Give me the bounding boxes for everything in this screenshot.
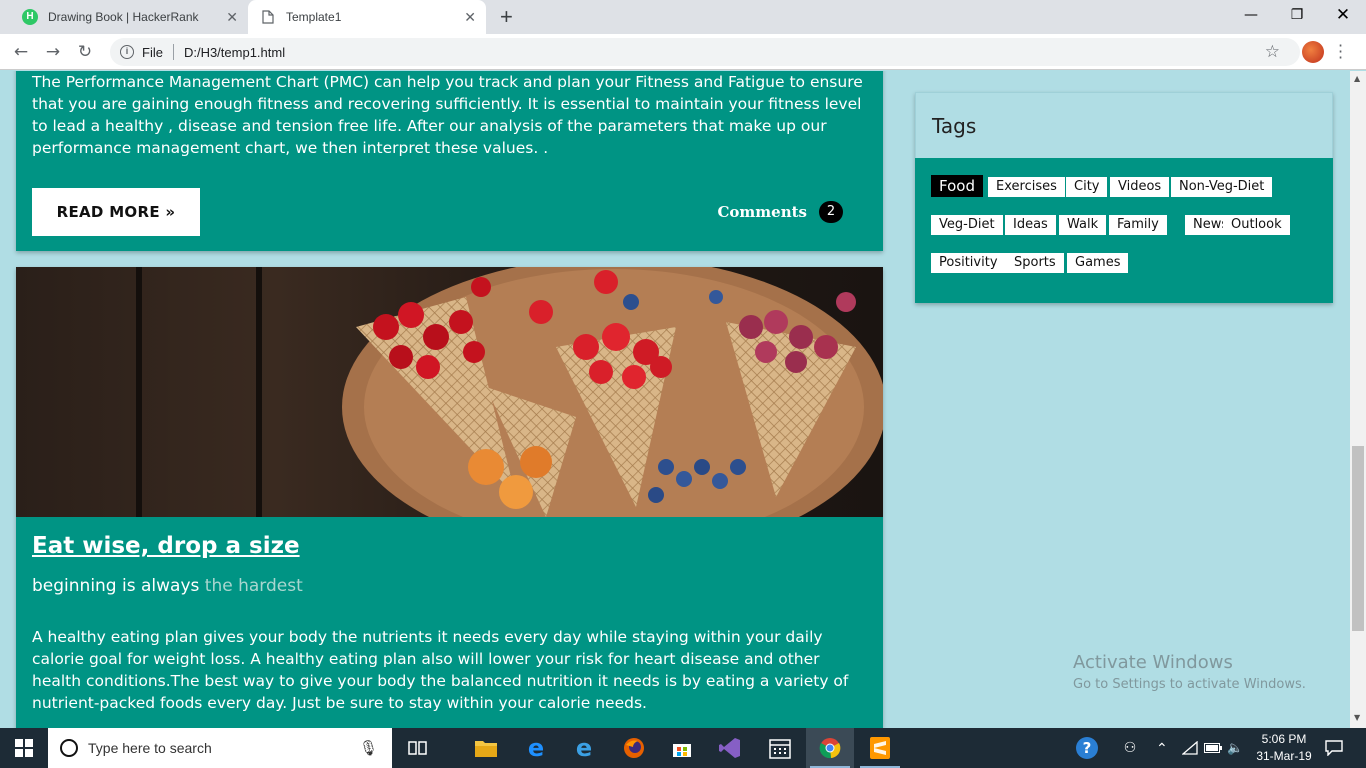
post-title-link[interactable]: Eat wise, drop a size (32, 533, 300, 559)
post-excerpt: The Performance Management Chart (PMC) c… (32, 73, 863, 157)
close-icon[interactable]: ✕ (464, 9, 476, 26)
search-placeholder: Type here to search (88, 740, 212, 756)
sublime-text-icon[interactable] (866, 734, 894, 762)
tag-positivity[interactable]: Positivity (931, 253, 1006, 273)
network-icon[interactable] (1182, 728, 1198, 768)
comments-count-badge: 2 (819, 201, 843, 223)
show-hidden-icons-icon[interactable]: ⌃ (1156, 728, 1168, 768)
new-tab-icon[interactable]: + (500, 4, 513, 30)
back-arrow-icon[interactable]: ← (10, 41, 32, 63)
minimize-icon[interactable]: — (1228, 0, 1274, 30)
window-close-icon[interactable]: ✕ (1320, 0, 1366, 30)
comments-link[interactable]: Comments 2 (717, 201, 843, 223)
svg-text:?: ? (1083, 739, 1092, 757)
forward-arrow-icon[interactable]: → (42, 41, 64, 63)
watermark-subtitle: Go to Settings to activate Windows. (1073, 677, 1306, 692)
help-icon[interactable]: ? (1073, 734, 1101, 762)
tag-food[interactable]: Food (931, 175, 983, 197)
tag-city[interactable]: City (1066, 177, 1108, 197)
menu-dots-icon[interactable]: · · · (1338, 38, 1343, 66)
cortana-icon (60, 739, 78, 757)
calendar-icon[interactable] (766, 734, 794, 762)
post-subtitle: beginning is always the hardest (32, 576, 303, 596)
tag-exercises[interactable]: Exercises (988, 177, 1065, 197)
restore-icon[interactable]: ❐ (1274, 0, 1320, 30)
scroll-down-icon[interactable]: ▼ (1354, 713, 1360, 722)
action-center-icon[interactable] (1320, 734, 1348, 762)
tags-widget: Tags Food Exercises City Videos Non-Veg-… (915, 92, 1333, 303)
tag-walk[interactable]: Walk (1059, 215, 1107, 235)
clock-time: 5:06 PM (1261, 732, 1307, 746)
url-scheme: File (142, 44, 163, 60)
watermark-title: Activate Windows (1073, 652, 1233, 673)
page-icon (260, 9, 276, 25)
chrome-icon[interactable] (816, 734, 844, 762)
firefox-icon[interactable] (620, 734, 648, 762)
system-clock[interactable]: 5:06 PM 31-Mar-19 (1248, 731, 1320, 765)
tab-title: Drawing Book | HackerRank (48, 10, 199, 24)
reload-icon[interactable]: ↻ (74, 41, 96, 63)
subtitle-muted: the hardest (204, 576, 303, 596)
info-icon[interactable]: i (120, 45, 134, 59)
tag-games[interactable]: Games (1067, 253, 1129, 273)
task-view-icon[interactable] (404, 734, 432, 762)
tag-family[interactable]: Family (1109, 215, 1167, 235)
page-viewport: The Performance Management Chart (PMC) c… (0, 71, 1350, 728)
tab-hackerrank[interactable]: H Drawing Book | HackerRank ✕ (10, 0, 248, 34)
internet-explorer-icon[interactable]: e (570, 734, 598, 762)
battery-icon[interactable] (1204, 728, 1222, 768)
toolbar: ← → ↻ i File D:/H3/temp1.html ☆ · · · (0, 34, 1366, 70)
tab-strip: H Drawing Book | HackerRank ✕ Template1 … (0, 0, 1366, 34)
file-explorer-icon[interactable] (472, 734, 500, 762)
subtitle-main: beginning is always (32, 576, 205, 596)
volume-icon[interactable]: 🔈 (1227, 728, 1243, 768)
windows-taskbar: Type here to search 🎙 e e ? ⚇ ⌃ 🔈 5:06 P… (0, 728, 1366, 768)
microphone-icon[interactable]: 🎙 (359, 739, 378, 757)
url-separator (172, 44, 174, 60)
windows-start-icon[interactable] (0, 728, 48, 768)
tab-title: Template1 (286, 10, 342, 24)
visual-studio-icon[interactable] (716, 734, 744, 762)
taskbar-search-box[interactable]: Type here to search 🎙 (48, 728, 392, 768)
tag-ideas[interactable]: Ideas (1005, 215, 1056, 235)
post-body: A healthy eating plan gives your body th… (32, 628, 849, 712)
tab-template1[interactable]: Template1 ✕ (248, 0, 486, 34)
tag-sports[interactable]: Sports (1006, 253, 1064, 273)
comments-label: Comments (717, 203, 807, 221)
tag-veg-diet[interactable]: Veg-Diet (931, 215, 1003, 235)
address-bar[interactable]: i File D:/H3/temp1.html ☆ (110, 38, 1300, 66)
read-more-button[interactable]: READ MORE » (32, 188, 200, 236)
hero-image-fruit-cones (16, 267, 883, 517)
post-card-pmc: The Performance Management Chart (PMC) c… (16, 71, 883, 251)
tag-videos[interactable]: Videos (1110, 177, 1170, 197)
tags-heading: Tags (915, 92, 1333, 158)
profile-avatar[interactable] (1302, 41, 1324, 63)
clock-date: 31-Mar-19 (1256, 749, 1312, 763)
people-icon[interactable]: ⚇ (1116, 734, 1144, 762)
store-icon[interactable] (668, 734, 696, 762)
vertical-scrollbar[interactable]: ▲ ▼ (1350, 71, 1366, 728)
tag-outlook[interactable]: Outlook (1223, 215, 1290, 235)
scrollbar-thumb[interactable] (1352, 446, 1364, 631)
close-icon[interactable]: ✕ (226, 9, 238, 26)
scroll-up-icon[interactable]: ▲ (1354, 74, 1360, 83)
post-card-eat-wise: Eat wise, drop a size beginning is alway… (16, 267, 883, 728)
activate-windows-watermark: Activate Windows Go to Settings to activ… (1073, 652, 1306, 692)
bookmark-star-icon[interactable]: ☆ (1265, 42, 1280, 62)
url-text: D:/H3/temp1.html (183, 44, 286, 60)
edge-icon[interactable]: e (522, 734, 550, 762)
tag-non-veg-diet[interactable]: Non-Veg-Diet (1171, 177, 1273, 197)
hackerrank-icon: H (22, 9, 38, 25)
